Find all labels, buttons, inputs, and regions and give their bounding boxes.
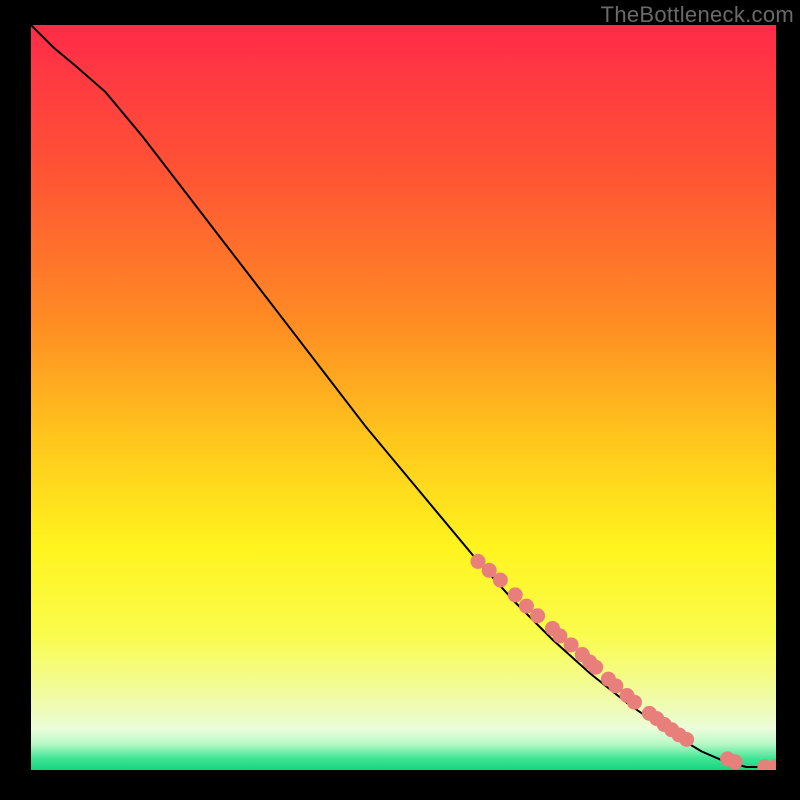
data-marker xyxy=(679,732,694,747)
data-marker xyxy=(769,759,777,770)
data-marker xyxy=(627,695,642,710)
data-marker xyxy=(588,660,603,675)
watermark-text: TheBottleneck.com xyxy=(601,2,794,28)
data-marker xyxy=(493,573,508,588)
data-marker xyxy=(728,754,743,769)
data-marker xyxy=(508,587,523,602)
marker-group xyxy=(471,554,777,770)
data-marker xyxy=(530,608,545,623)
data-overlay xyxy=(31,25,776,770)
chart-frame: TheBottleneck.com xyxy=(0,0,800,800)
main-curve xyxy=(31,25,776,767)
plot-area xyxy=(31,25,776,770)
